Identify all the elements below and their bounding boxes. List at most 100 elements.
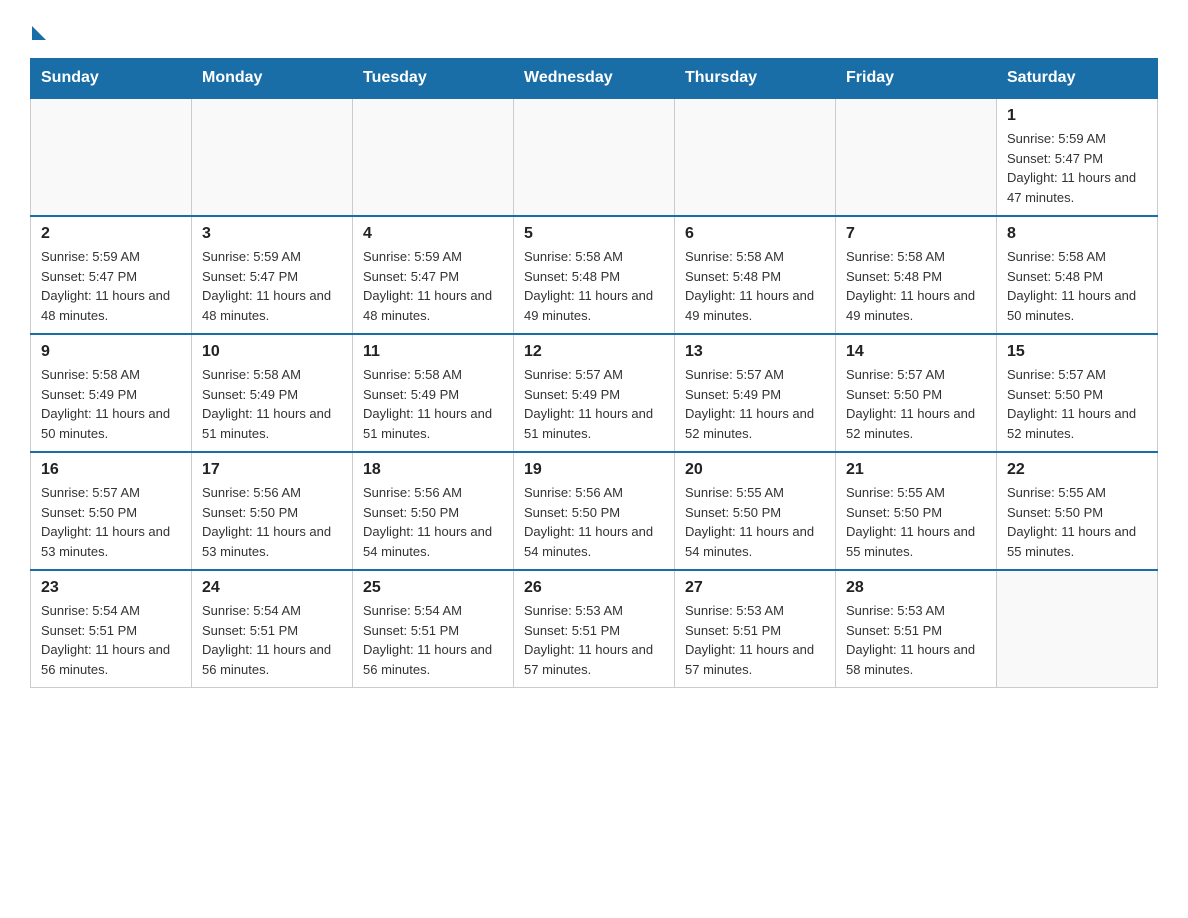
calendar-body: 1 Sunrise: 5:59 AMSunset: 5:47 PMDaylight… [31,98,1158,688]
day-info: Sunrise: 5:59 AMSunset: 5:47 PMDaylight:… [41,247,181,325]
calendar-cell: 18Sunrise: 5:56 AMSunset: 5:50 PMDayligh… [353,452,514,570]
day-header-monday: Monday [192,59,353,99]
day-info: Sunrise: 5:57 AMSunset: 5:50 PMDaylight:… [846,365,986,443]
day-info: Sunrise: 5:59 AMSunset: 5:47 PMDaylight:… [1007,129,1147,207]
calendar-cell: 8 Sunrise: 5:58 AMSunset: 5:48 PMDaylight… [997,216,1158,334]
calendar-cell: 3 Sunrise: 5:59 AMSunset: 5:47 PMDaylight… [192,216,353,334]
day-info: Sunrise: 5:56 AMSunset: 5:50 PMDaylight:… [524,483,664,561]
calendar-table: SundayMondayTuesdayWednesdayThursdayFrid… [30,58,1158,688]
logo [30,20,46,38]
calendar-cell: 17 Sunrise: 5:56 AMSunset: 5:50 PMDayligh… [192,452,353,570]
calendar-cell: 13 Sunrise: 5:57 AMSunset: 5:49 PMDayligh… [675,334,836,452]
page-header [30,20,1158,38]
day-number: 28 [846,579,986,597]
calendar-cell: 24 Sunrise: 5:54 AMSunset: 5:51 PMDayligh… [192,570,353,688]
calendar-cell: 20 Sunrise: 5:55 AMSunset: 5:50 PMDayligh… [675,452,836,570]
day-info: Sunrise: 5:54 AMSunset: 5:51 PMDaylight:… [41,601,181,679]
day-info: Sunrise: 5:54 AMSunset: 5:51 PMDaylight:… [202,601,342,679]
day-number: 12 [524,343,664,361]
calendar-cell: 14 Sunrise: 5:57 AMSunset: 5:50 PMDayligh… [836,334,997,452]
calendar-cell: 1 Sunrise: 5:59 AMSunset: 5:47 PMDaylight… [997,98,1158,216]
calendar-cell: 10Sunrise: 5:58 AMSunset: 5:49 PMDayligh… [192,334,353,452]
week-row-1: 1 Sunrise: 5:59 AMSunset: 5:47 PMDaylight… [31,98,1158,216]
calendar-cell: 16 Sunrise: 5:57 AMSunset: 5:50 PMDayligh… [31,452,192,570]
day-number: 20 [685,461,825,479]
day-number: 13 [685,343,825,361]
day-number: 26 [524,579,664,597]
day-number: 27 [685,579,825,597]
week-row-2: 2 Sunrise: 5:59 AMSunset: 5:47 PMDaylight… [31,216,1158,334]
calendar-cell: 5Sunrise: 5:58 AMSunset: 5:48 PMDaylight… [514,216,675,334]
week-row-4: 16 Sunrise: 5:57 AMSunset: 5:50 PMDayligh… [31,452,1158,570]
calendar-cell: 28 Sunrise: 5:53 AMSunset: 5:51 PMDayligh… [836,570,997,688]
days-of-week-row: SundayMondayTuesdayWednesdayThursdayFrid… [31,59,1158,99]
day-number: 4 [363,225,503,243]
day-number: 1 [1007,107,1147,125]
calendar-cell [192,98,353,216]
day-info: Sunrise: 5:58 AMSunset: 5:49 PMDaylight:… [363,365,503,443]
calendar-cell [997,570,1158,688]
day-number: 17 [202,461,342,479]
calendar-cell: 11 Sunrise: 5:58 AMSunset: 5:49 PMDayligh… [353,334,514,452]
day-number: 9 [41,343,181,361]
day-info: Sunrise: 5:53 AMSunset: 5:51 PMDaylight:… [846,601,986,679]
day-number: 10 [202,343,342,361]
day-info: Sunrise: 5:59 AMSunset: 5:47 PMDaylight:… [202,247,342,325]
calendar-cell [836,98,997,216]
day-info: Sunrise: 5:57 AMSunset: 5:50 PMDaylight:… [41,483,181,561]
day-info: Sunrise: 5:56 AMSunset: 5:50 PMDaylight:… [202,483,342,561]
day-info: Sunrise: 5:58 AMSunset: 5:48 PMDaylight:… [1007,247,1147,325]
day-number: 8 [1007,225,1147,243]
day-number: 18 [363,461,503,479]
day-number: 6 [685,225,825,243]
day-info: Sunrise: 5:58 AMSunset: 5:49 PMDaylight:… [41,365,181,443]
week-row-3: 9 Sunrise: 5:58 AMSunset: 5:49 PMDaylight… [31,334,1158,452]
day-number: 15 [1007,343,1147,361]
day-info: Sunrise: 5:58 AMSunset: 5:48 PMDaylight:… [524,247,664,325]
calendar-cell: 6 Sunrise: 5:58 AMSunset: 5:48 PMDaylight… [675,216,836,334]
calendar-cell: 15 Sunrise: 5:57 AMSunset: 5:50 PMDayligh… [997,334,1158,452]
calendar-cell [514,98,675,216]
calendar-cell: 25 Sunrise: 5:54 AMSunset: 5:51 PMDayligh… [353,570,514,688]
day-number: 11 [363,343,503,361]
calendar-cell: 4Sunrise: 5:59 AMSunset: 5:47 PMDaylight… [353,216,514,334]
day-info: Sunrise: 5:58 AMSunset: 5:48 PMDaylight:… [846,247,986,325]
day-header-wednesday: Wednesday [514,59,675,99]
day-number: 21 [846,461,986,479]
calendar-cell: 23 Sunrise: 5:54 AMSunset: 5:51 PMDayligh… [31,570,192,688]
calendar-cell: 7 Sunrise: 5:58 AMSunset: 5:48 PMDaylight… [836,216,997,334]
day-number: 16 [41,461,181,479]
day-info: Sunrise: 5:55 AMSunset: 5:50 PMDaylight:… [1007,483,1147,561]
day-number: 2 [41,225,181,243]
day-number: 7 [846,225,986,243]
day-info: Sunrise: 5:57 AMSunset: 5:50 PMDaylight:… [1007,365,1147,443]
day-header-tuesday: Tuesday [353,59,514,99]
day-header-friday: Friday [836,59,997,99]
calendar-cell: 2 Sunrise: 5:59 AMSunset: 5:47 PMDaylight… [31,216,192,334]
calendar-cell: 19 Sunrise: 5:56 AMSunset: 5:50 PMDayligh… [514,452,675,570]
day-number: 23 [41,579,181,597]
calendar-cell [31,98,192,216]
day-number: 3 [202,225,342,243]
calendar-cell: 12 Sunrise: 5:57 AMSunset: 5:49 PMDayligh… [514,334,675,452]
calendar-cell: 27Sunrise: 5:53 AMSunset: 5:51 PMDayligh… [675,570,836,688]
day-number: 22 [1007,461,1147,479]
week-row-5: 23 Sunrise: 5:54 AMSunset: 5:51 PMDayligh… [31,570,1158,688]
day-number: 24 [202,579,342,597]
day-number: 25 [363,579,503,597]
day-info: Sunrise: 5:53 AMSunset: 5:51 PMDaylight:… [524,601,664,679]
day-number: 14 [846,343,986,361]
day-info: Sunrise: 5:55 AMSunset: 5:50 PMDaylight:… [685,483,825,561]
day-header-saturday: Saturday [997,59,1158,99]
calendar-cell: 9 Sunrise: 5:58 AMSunset: 5:49 PMDaylight… [31,334,192,452]
calendar-cell: 22 Sunrise: 5:55 AMSunset: 5:50 PMDayligh… [997,452,1158,570]
day-info: Sunrise: 5:57 AMSunset: 5:49 PMDaylight:… [524,365,664,443]
day-info: Sunrise: 5:54 AMSunset: 5:51 PMDaylight:… [363,601,503,679]
day-info: Sunrise: 5:58 AMSunset: 5:48 PMDaylight:… [685,247,825,325]
day-number: 19 [524,461,664,479]
calendar-cell: 21Sunrise: 5:55 AMSunset: 5:50 PMDayligh… [836,452,997,570]
calendar-header: SundayMondayTuesdayWednesdayThursdayFrid… [31,59,1158,99]
day-info: Sunrise: 5:57 AMSunset: 5:49 PMDaylight:… [685,365,825,443]
calendar-cell [353,98,514,216]
calendar-cell [675,98,836,216]
